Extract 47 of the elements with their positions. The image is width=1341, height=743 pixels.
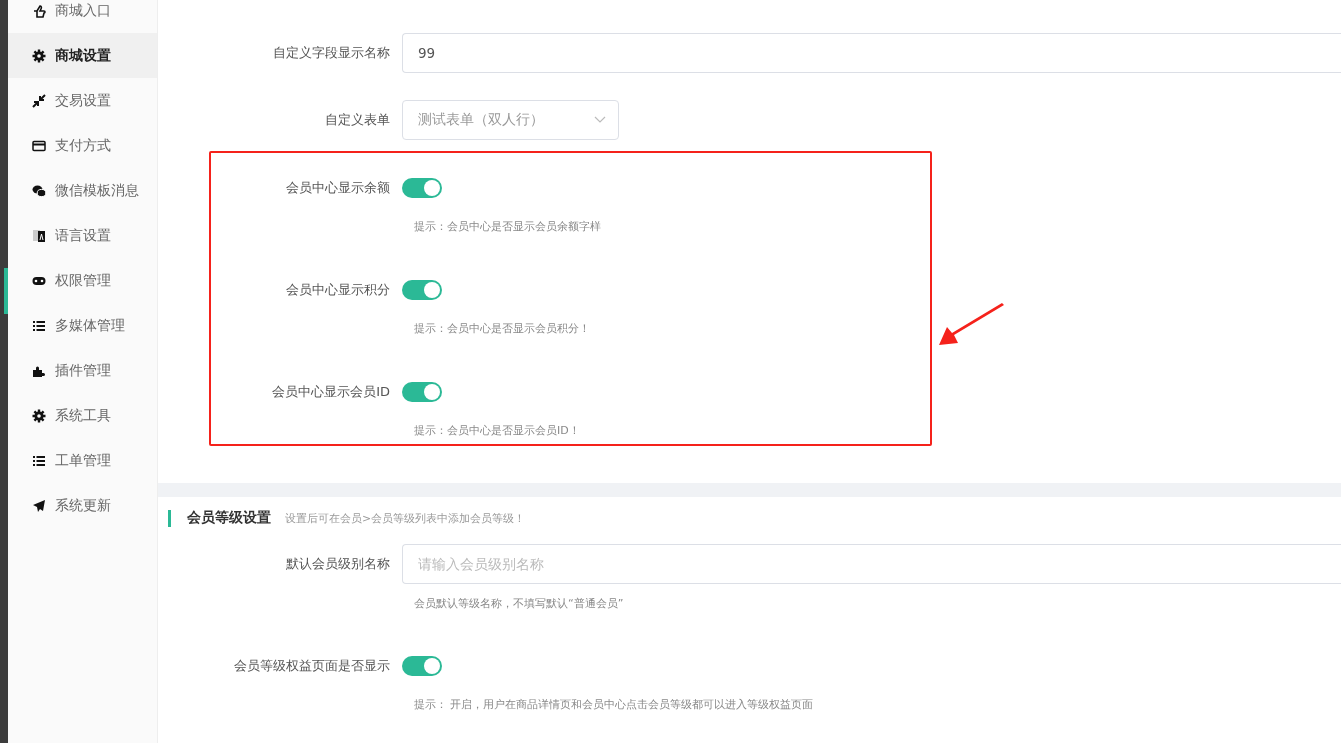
scroll-indicator bbox=[4, 268, 8, 314]
field-label: 默认会员级别名称 bbox=[285, 555, 391, 573]
text-input-field[interactable]: 99 bbox=[402, 33, 1341, 73]
hint-text: 提示：会员中心是否显示会员ID！ bbox=[414, 423, 581, 439]
list-icon bbox=[32, 318, 46, 333]
toggle-switch[interactable] bbox=[402, 656, 442, 676]
sidebar-item[interactable]: 系统更新 bbox=[8, 483, 157, 528]
toggle-switch[interactable] bbox=[402, 280, 442, 300]
chat-bubbles-icon bbox=[32, 183, 46, 198]
paper-plane-icon bbox=[32, 498, 46, 513]
sidebar-item[interactable]: 插件管理 bbox=[8, 348, 157, 393]
hand-icon bbox=[32, 3, 46, 18]
sidebar-item[interactable]: 商城设置 bbox=[8, 33, 157, 78]
hint-text: 提示：会员中心是否显示会员积分！ bbox=[414, 321, 591, 337]
hint-text: 提示： 开启，用户在商品详情页和会员中心点击会员等级都可以进入等级权益页面 bbox=[414, 697, 815, 713]
chevron-down-icon bbox=[594, 116, 606, 124]
toggle-switch[interactable] bbox=[402, 178, 442, 198]
field-label: 会员等级权益页面是否显示 bbox=[233, 657, 391, 675]
toggle-switch[interactable] bbox=[402, 382, 442, 402]
section-marker bbox=[168, 509, 171, 527]
text-input-field[interactable]: 请输入会员级别名称 bbox=[402, 544, 1341, 584]
sidebar-item[interactable]: 权限管理 bbox=[8, 258, 157, 303]
language-icon bbox=[32, 228, 46, 243]
sidebar-item[interactable]: 交易设置 bbox=[8, 78, 157, 123]
field-label: 自定义表单 bbox=[324, 111, 391, 129]
hint-text: 提示：会员中心是否显示会员余额字样 bbox=[414, 219, 602, 235]
credit-card-icon bbox=[32, 138, 46, 153]
section-title: 会员等级设置 bbox=[187, 509, 271, 527]
sidebar-item[interactable]: 系统工具 bbox=[8, 393, 157, 438]
section-subtitle: 设置后可在会员>会员等级列表中添加会员等级！ bbox=[285, 510, 526, 526]
sidebar-item[interactable]: 微信模板消息 bbox=[8, 168, 157, 213]
sidebar-item[interactable]: 支付方式 bbox=[8, 123, 157, 168]
field-label: 会员中心显示积分 bbox=[285, 281, 391, 299]
sidebar-item[interactable]: 语言设置 bbox=[8, 213, 157, 258]
hint-text: 会员默认等级名称，不填写默认“普通会员” bbox=[414, 596, 625, 612]
sidebar-item[interactable]: 多媒体管理 bbox=[8, 303, 157, 348]
field-label: 会员中心显示余额 bbox=[285, 179, 391, 197]
arrow-drawing bbox=[938, 303, 1006, 347]
compress-icon bbox=[32, 93, 46, 108]
field-label: 会员中心显示会员ID bbox=[271, 383, 391, 401]
list-icon bbox=[32, 453, 46, 468]
dropdown-field[interactable]: 测试表单（双人行） bbox=[402, 100, 619, 140]
field-label: 自定义字段显示名称 bbox=[272, 44, 391, 62]
settings-icon bbox=[32, 48, 46, 63]
sidebar-item[interactable]: 工单管理 bbox=[8, 438, 157, 483]
settings-icon bbox=[32, 408, 46, 423]
sidebar-item[interactable]: 商城入口 bbox=[8, 0, 157, 33]
